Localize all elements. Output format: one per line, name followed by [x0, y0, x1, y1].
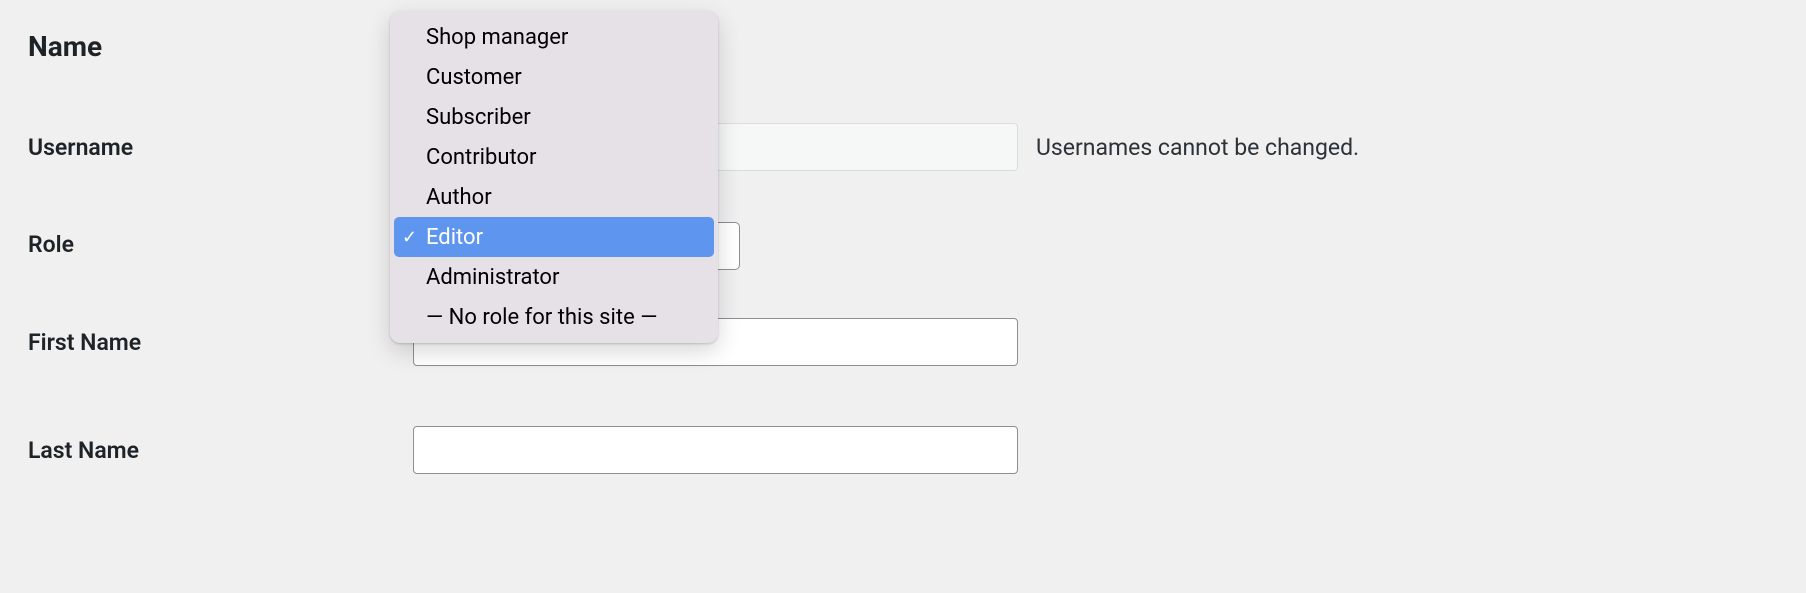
- option-label: — No role for this site —: [426, 305, 657, 330]
- section-title: Name: [28, 30, 1778, 63]
- check-icon: ✓: [402, 227, 426, 248]
- label-role: Role: [28, 231, 413, 258]
- role-option-customer[interactable]: Customer: [390, 57, 718, 97]
- label-username: Username: [28, 134, 413, 161]
- username-hint: Usernames cannot be changed.: [1036, 134, 1359, 161]
- row-username: Username Usernames cannot be changed.: [28, 123, 1778, 171]
- option-label: Subscriber: [426, 105, 531, 130]
- option-label: Author: [426, 185, 492, 210]
- last-name-input[interactable]: [413, 426, 1018, 474]
- option-label: Administrator: [426, 265, 559, 290]
- option-label: Shop manager: [426, 25, 568, 50]
- role-option-no-role[interactable]: — No role for this site —: [390, 297, 718, 337]
- role-option-author[interactable]: Author: [390, 177, 718, 217]
- option-label: Editor: [426, 225, 483, 250]
- row-role: Role: [28, 231, 1778, 258]
- role-option-editor[interactable]: ✓ Editor: [394, 217, 714, 257]
- role-option-contributor[interactable]: Contributor: [390, 137, 718, 177]
- role-dropdown[interactable]: Shop manager Customer Subscriber Contrib…: [390, 11, 718, 343]
- label-first-name: First Name: [28, 329, 413, 356]
- label-last-name: Last Name: [28, 437, 413, 464]
- option-label: Customer: [426, 65, 522, 90]
- row-last-name: Last Name: [28, 426, 1778, 474]
- row-first-name: First Name: [28, 318, 1778, 366]
- role-option-administrator[interactable]: Administrator: [390, 257, 718, 297]
- role-option-subscriber[interactable]: Subscriber: [390, 97, 718, 137]
- role-option-shop-manager[interactable]: Shop manager: [390, 17, 718, 57]
- option-label: Contributor: [426, 145, 536, 170]
